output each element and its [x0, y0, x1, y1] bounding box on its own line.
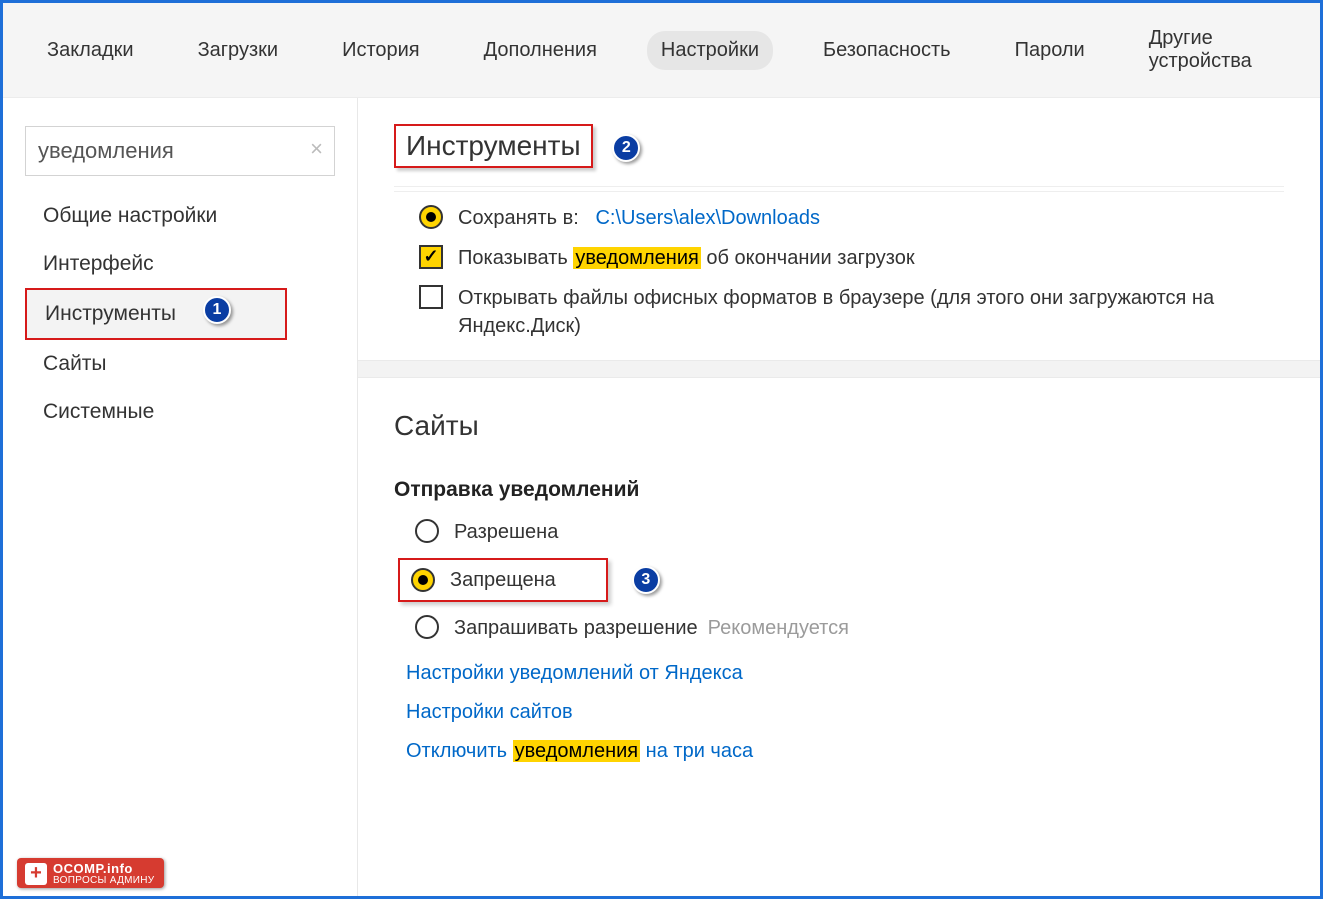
notify-ask-label: Запрашивать разрешениеРекомендуется [454, 614, 849, 642]
section-sites-heading: Сайты [358, 378, 1320, 460]
option-show-notify[interactable]: ✓ Показывать уведомления об окончании за… [358, 238, 1320, 278]
sidebar-item-interface[interactable]: Интерфейс [3, 240, 357, 288]
annotation-badge-1: 1 [203, 296, 231, 324]
sidebar-item-system[interactable]: Системные [3, 388, 357, 436]
checkbox-icon [418, 284, 444, 310]
sidebar-item-general[interactable]: Общие настройки [3, 192, 357, 240]
option-notify-ask[interactable]: Запрашивать разрешениеРекомендуется [358, 608, 1320, 648]
clear-search-icon[interactable]: × [310, 138, 323, 160]
link-disable-3h[interactable]: Отключить уведомления на три часа [406, 740, 1284, 763]
option-open-office[interactable]: Открывать файлы офисных форматов в брауз… [358, 278, 1320, 346]
radio-icon [414, 518, 440, 544]
notify-denied-label: Запрещена [450, 566, 596, 594]
sidebar-item-tools[interactable]: Инструменты [25, 288, 287, 340]
radio-icon [418, 204, 444, 230]
plus-icon: + [25, 863, 47, 885]
tab-addons[interactable]: Дополнения [470, 31, 611, 70]
tab-passwords[interactable]: Пароли [1001, 31, 1099, 70]
search-input[interactable] [25, 126, 335, 176]
tools-heading-text: Инструменты [394, 124, 593, 168]
option-notify-denied[interactable]: Запрещена [398, 558, 608, 602]
tab-settings[interactable]: Настройки [647, 31, 773, 70]
top-nav: Закладки Загрузки История Дополнения Нас… [3, 3, 1320, 98]
option-notify-allowed[interactable]: Разрешена [358, 512, 1320, 552]
save-to-path-link[interactable]: C:\Users\alex\Downloads [595, 207, 820, 229]
open-office-label: Открывать файлы офисных форматов в брауз… [458, 284, 1284, 340]
tab-history[interactable]: История [328, 31, 434, 70]
link-site-settings[interactable]: Настройки сайтов [406, 701, 1284, 724]
tab-other-devices[interactable]: Другие устройства [1135, 19, 1290, 81]
content: Инструменты 2 Сохранять в: C:\Users\alex… [358, 98, 1320, 896]
annotation-badge-2: 2 [612, 134, 640, 162]
section-divider [358, 360, 1320, 378]
radio-icon [410, 567, 436, 593]
save-to-label: Сохранять в: [458, 207, 579, 229]
tab-bookmarks[interactable]: Закладки [33, 31, 148, 70]
recommended-hint: Рекомендуется [708, 617, 849, 639]
notify-allowed-label: Разрешена [454, 518, 558, 546]
watermark: + OCOMP.info ВОПРОСЫ АДМИНУ [17, 858, 164, 888]
tab-security[interactable]: Безопасность [809, 31, 965, 70]
watermark-title: OCOMP.info [53, 862, 154, 876]
show-notify-label: Показывать уведомления об окончании загр… [458, 244, 915, 272]
sidebar-item-sites[interactable]: Сайты [3, 340, 357, 388]
panel-cut-top [394, 186, 1284, 192]
sidebar: × Общие настройки Интерфейс Инструменты … [3, 98, 358, 896]
section-tools-heading: Инструменты 2 [358, 98, 1320, 186]
link-yandex-notify-settings[interactable]: Настройки уведомлений от Яндекса [406, 662, 1284, 685]
checkbox-icon: ✓ [418, 244, 444, 270]
watermark-sub: ВОПРОСЫ АДМИНУ [53, 876, 154, 887]
subheading-notifications: Отправка уведомлений [358, 460, 1320, 512]
annotation-badge-3: 3 [632, 566, 660, 594]
option-notify-denied-row: Запрещена 3 [358, 552, 1320, 608]
radio-icon [414, 614, 440, 640]
tab-downloads[interactable]: Загрузки [184, 31, 293, 70]
option-save-to[interactable]: Сохранять в: C:\Users\alex\Downloads [358, 198, 1320, 238]
